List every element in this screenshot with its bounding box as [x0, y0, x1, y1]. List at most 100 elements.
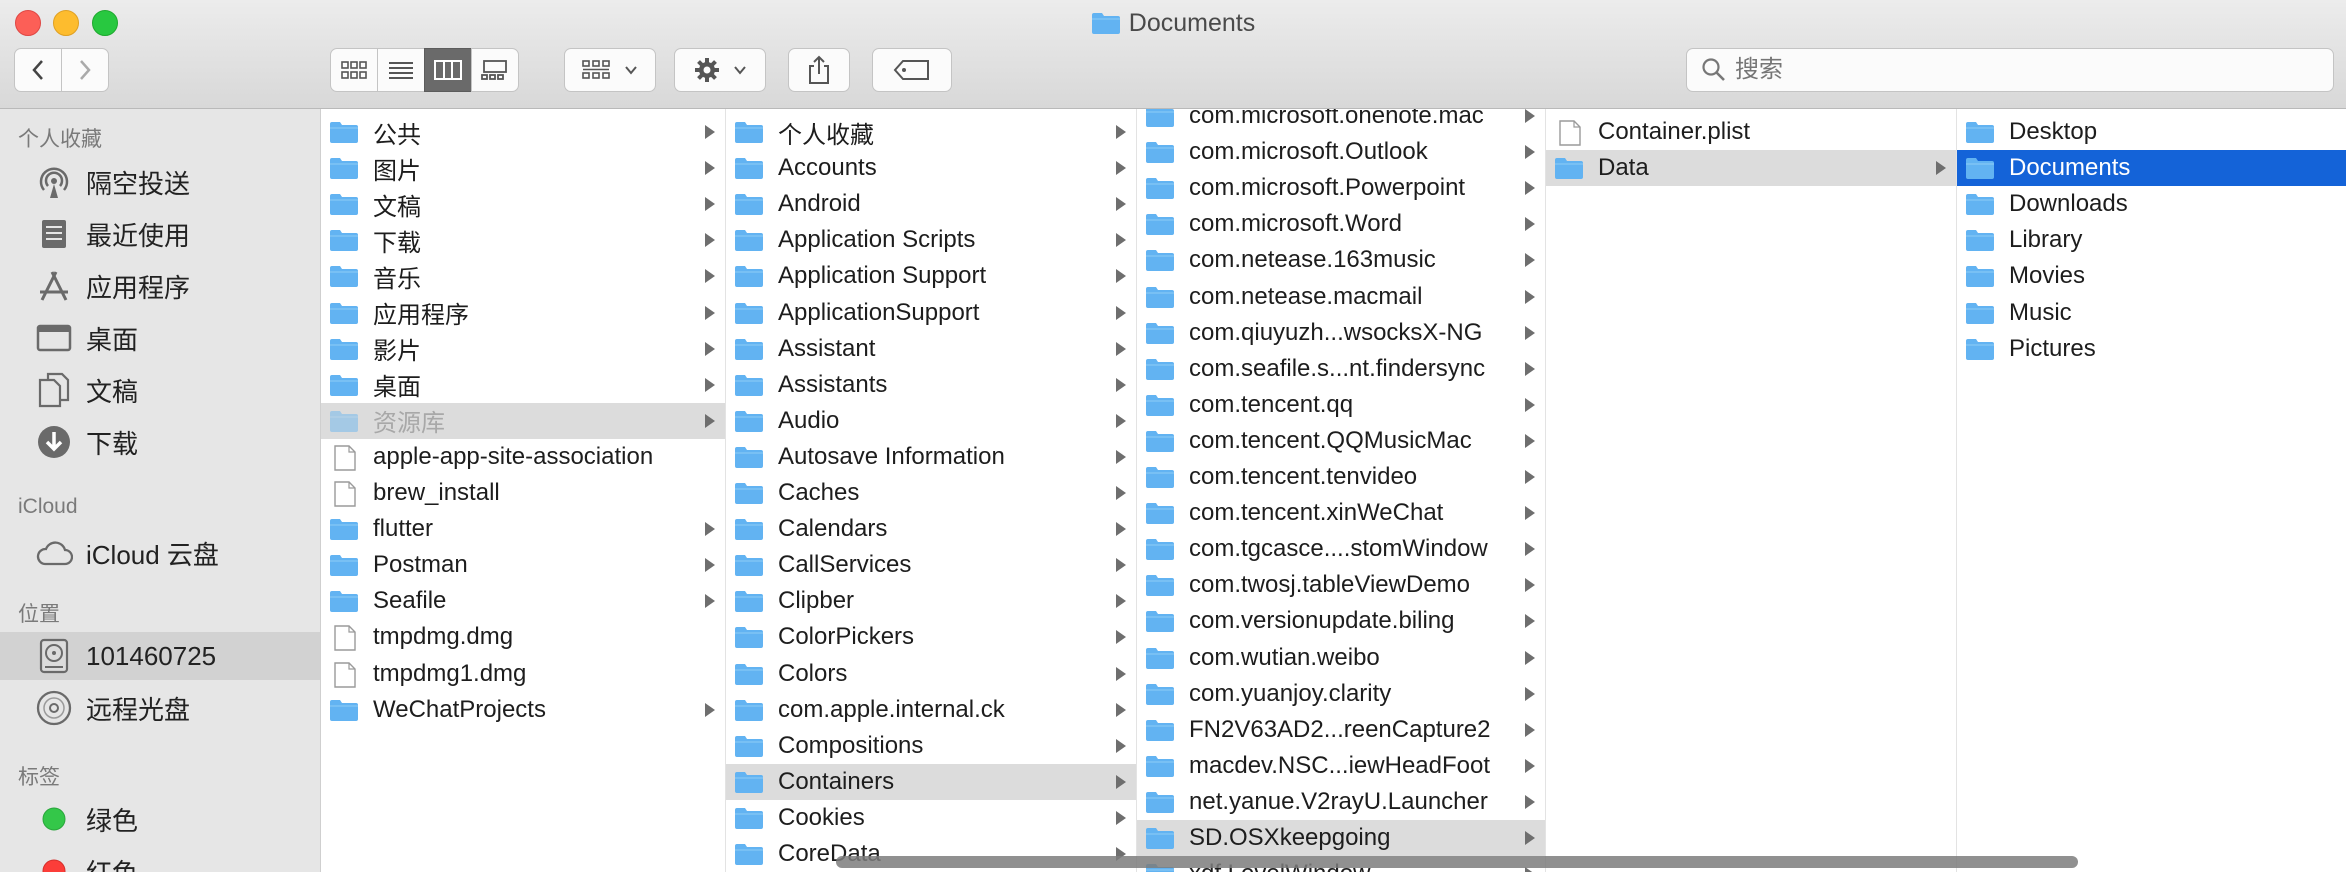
file-row[interactable]: 桌面	[321, 367, 725, 403]
file-row[interactable]: com.microsoft.Outlook	[1137, 134, 1545, 170]
folder-icon	[329, 228, 359, 252]
folder-icon	[329, 589, 359, 613]
file-row[interactable]: WeChatProjects	[321, 692, 725, 728]
sidebar-item-tag-green[interactable]: 绿色	[0, 795, 320, 843]
file-row[interactable]: Compositions	[726, 728, 1136, 764]
file-row[interactable]: com.twosj.tableViewDemo	[1137, 567, 1545, 603]
file-row[interactable]: Documents	[1957, 150, 2346, 187]
gallery-view-button[interactable]	[471, 48, 519, 92]
file-row[interactable]: Application Scripts	[726, 222, 1136, 258]
file-row[interactable]: Accounts	[726, 150, 1136, 186]
file-row[interactable]: Assistant	[726, 331, 1136, 367]
file-row[interactable]: Cookies	[726, 800, 1136, 836]
file-row[interactable]: 文稿	[321, 186, 725, 222]
file-row[interactable]: com.yuanjoy.clarity	[1137, 676, 1545, 712]
file-row[interactable]: ColorPickers	[726, 619, 1136, 655]
file-row[interactable]: apple-app-site-association	[321, 439, 725, 475]
file-row[interactable]: Movies	[1957, 258, 2346, 294]
file-row[interactable]: Pictures	[1957, 331, 2346, 367]
back-button[interactable]	[14, 48, 62, 92]
file-row[interactable]: 公共	[321, 114, 725, 150]
file-row[interactable]: com.apple.internal.ck	[726, 692, 1136, 728]
sidebar-item-recents[interactable]: 最近使用	[0, 210, 320, 258]
file-row[interactable]: ApplicationSupport	[726, 295, 1136, 331]
file-name: brew_install	[373, 479, 500, 506]
disclosure-arrow-icon	[1116, 522, 1126, 537]
file-row[interactable]: Container.plist	[1546, 114, 1956, 150]
file-row[interactable]: Assistants	[726, 367, 1136, 403]
file-row[interactable]: com.seafile.s...nt.findersync	[1137, 351, 1545, 387]
file-row[interactable]: com.tencent.QQMusicMac	[1137, 423, 1545, 459]
file-row[interactable]: Desktop	[1957, 114, 2346, 150]
sidebar-item-applications[interactable]: 应用程序	[0, 262, 320, 310]
file-row[interactable]: Seafile	[321, 583, 725, 619]
sidebar-item-tag-red[interactable]: 红色	[0, 847, 320, 872]
file-row[interactable]: FN2V63AD2...reenCapture2	[1137, 712, 1545, 748]
tag-button[interactable]	[872, 48, 952, 92]
group-by-button[interactable]	[564, 48, 656, 92]
file-row[interactable]: tmpdmg1.dmg	[321, 656, 725, 692]
file-name: Downloads	[2009, 190, 2128, 218]
file-row[interactable]: com.tencent.qq	[1137, 387, 1545, 423]
sidebar-item-icloud-drive[interactable]: iCloud 云盘	[0, 529, 320, 577]
forward-button[interactable]	[61, 48, 109, 92]
file-row[interactable]: net.yanue.V2rayU.Launcher	[1137, 784, 1545, 820]
horizontal-scrollbar[interactable]	[836, 856, 2078, 868]
file-row[interactable]: 个人收藏	[726, 114, 1136, 150]
column-view-button[interactable]	[424, 48, 472, 92]
file-row[interactable]: Clipber	[726, 583, 1136, 619]
sidebar-item-desktop[interactable]: 桌面	[0, 314, 320, 362]
file-row[interactable]: Downloads	[1957, 186, 2346, 222]
list-view-button[interactable]	[377, 48, 425, 92]
file-row[interactable]: com.tgcasce....stomWindow	[1137, 531, 1545, 567]
file-row[interactable]: 音乐	[321, 258, 725, 294]
file-row[interactable]: SD.OSXkeepgoing	[1137, 820, 1545, 856]
file-row[interactable]: com.versionupdate.biling	[1137, 603, 1545, 639]
file-row[interactable]: com.netease.163music	[1137, 242, 1545, 278]
sidebar-item-downloads[interactable]: 下载	[0, 418, 320, 466]
sidebar-item-harddisk[interactable]: 101460725	[0, 632, 320, 680]
file-row[interactable]: 资源库	[321, 402, 725, 439]
file-row[interactable]: Calendars	[726, 511, 1136, 547]
file-row[interactable]: Autosave Information	[726, 439, 1136, 475]
file-row[interactable]: 图片	[321, 150, 725, 186]
search-field[interactable]	[1686, 48, 2334, 92]
file-row[interactable]: com.netease.macmail	[1137, 279, 1545, 315]
file-row[interactable]: Colors	[726, 656, 1136, 692]
file-row[interactable]: Music	[1957, 295, 2346, 331]
search-input[interactable]	[1733, 55, 2317, 85]
file-row[interactable]: Caches	[726, 475, 1136, 511]
file-row[interactable]: com.tencent.xinWeChat	[1137, 495, 1545, 531]
file-row[interactable]: Containers	[726, 763, 1136, 800]
file-row[interactable]: com.tencent.tenvideo	[1137, 459, 1545, 495]
disclosure-arrow-icon	[1525, 217, 1535, 232]
file-row[interactable]: 下载	[321, 222, 725, 258]
file-row[interactable]: 应用程序	[321, 295, 725, 331]
disclosure-arrow-icon	[1525, 433, 1535, 448]
action-menu-button[interactable]	[674, 48, 766, 92]
folder-icon	[1091, 10, 1121, 44]
file-row[interactable]: brew_install	[321, 475, 725, 511]
file-row[interactable]: Android	[726, 186, 1136, 222]
file-row[interactable]: tmpdmg.dmg	[321, 619, 725, 655]
applications-icon	[34, 266, 74, 306]
share-button[interactable]	[788, 48, 850, 92]
file-row[interactable]: Application Support	[726, 258, 1136, 294]
file-row[interactable]: com.microsoft.Powerpoint	[1137, 170, 1545, 206]
file-row[interactable]: Library	[1957, 222, 2346, 258]
file-row[interactable]: com.microsoft.onenote.mac	[1137, 109, 1545, 134]
file-row[interactable]: CallServices	[726, 547, 1136, 583]
file-row[interactable]: Data	[1546, 150, 1956, 187]
file-row[interactable]: Audio	[726, 403, 1136, 439]
file-row[interactable]: macdev.NSC...iewHeadFoot	[1137, 748, 1545, 784]
file-row[interactable]: com.microsoft.Word	[1137, 206, 1545, 242]
file-row[interactable]: 影片	[321, 331, 725, 367]
file-row[interactable]: com.qiuyuzh...wsocksX-NG	[1137, 315, 1545, 351]
sidebar-item-airdrop[interactable]: 隔空投送	[0, 158, 320, 206]
icon-view-button[interactable]	[330, 48, 378, 92]
file-row[interactable]: com.wutian.weibo	[1137, 640, 1545, 676]
file-row[interactable]: Postman	[321, 547, 725, 583]
sidebar-item-remote-disc[interactable]: 远程光盘	[0, 684, 320, 732]
sidebar-item-documents[interactable]: 文稿	[0, 366, 320, 414]
file-row[interactable]: flutter	[321, 511, 725, 547]
